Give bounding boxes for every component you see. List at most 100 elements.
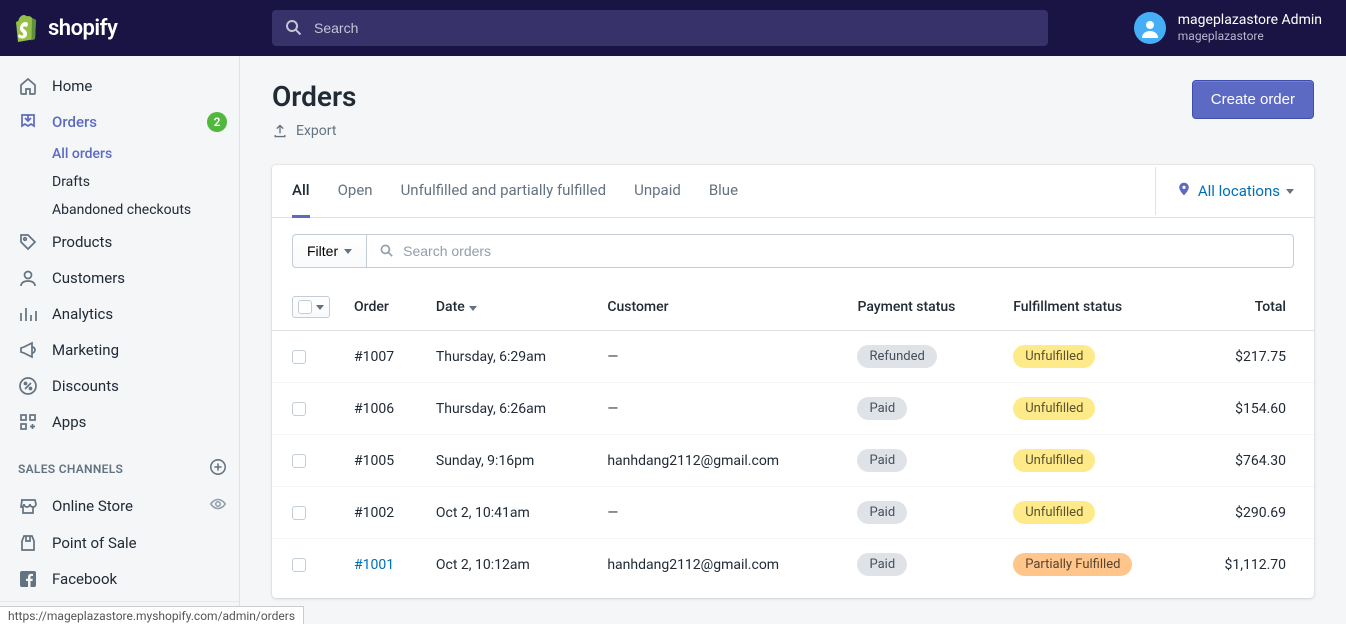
row-checkbox[interactable] [292,454,306,468]
column-fulfillment[interactable]: Fulfillment status [1001,284,1184,331]
tab-blue[interactable]: Blue [709,165,738,218]
sidebar-item-label: Online Store [52,497,133,515]
cell-order: #1001 [342,539,424,591]
search-orders-input[interactable] [403,243,1281,259]
table-row[interactable]: #1002Oct 2, 10:41am—PaidUnfulfilled$290.… [272,487,1314,539]
sidebar-item-apps[interactable]: Apps [0,404,239,440]
avatar [1134,12,1166,44]
sidebar-item-analytics[interactable]: Analytics [0,296,239,332]
user-menu[interactable]: mageplazastore Admin mageplazastore [1134,11,1346,45]
create-order-button[interactable]: Create order [1192,80,1314,119]
sidebar-item-label: Discounts [52,377,119,395]
filter-button[interactable]: Filter [292,234,367,268]
column-payment[interactable]: Payment status [845,284,1001,331]
search-orders-box[interactable] [367,234,1294,268]
column-total[interactable]: Total [1184,284,1314,331]
facebook-icon [18,569,38,589]
customers-icon [18,268,38,288]
cell-order: #1002 [342,487,424,539]
table-row[interactable]: #1007Thursday, 6:29am—RefundedUnfulfille… [272,331,1314,383]
sort-desc-icon [469,306,477,311]
row-checkbox[interactable] [292,506,306,520]
column-customer[interactable]: Customer [595,284,845,331]
tab-all[interactable]: All [292,165,310,218]
sidebar-item-marketing[interactable]: Marketing [0,332,239,368]
locations-dropdown[interactable]: All locations [1155,167,1294,215]
chevron-down-icon [344,249,352,254]
sidebar-item-discounts[interactable]: Discounts [0,368,239,404]
search-box[interactable] [272,10,1048,46]
cell-customer: — [595,487,845,539]
cell-fulfillment: Unfulfilled [1001,435,1184,487]
cell-order: #1006 [342,383,424,435]
cell-date: Thursday, 6:26am [424,383,595,435]
table-row[interactable]: #1001Oct 2, 10:12amhanhdang2112@gmail.co… [272,539,1314,591]
home-icon [18,76,38,96]
search-input[interactable] [314,20,1036,36]
sidebar-sub-all-orders[interactable]: All orders [52,140,239,168]
cell-payment: Paid [845,435,1001,487]
row-checkbox[interactable] [292,402,306,416]
top-bar: shopify mageplazastore Admin mageplazast… [0,0,1346,56]
page-title: Orders [272,80,356,113]
cell-date: Thursday, 6:29am [424,331,595,383]
cell-fulfillment: Unfulfilled [1001,383,1184,435]
channel-point-of-sale[interactable]: Point of Sale [0,525,239,561]
shopify-bag-icon [16,15,40,42]
sidebar-item-home[interactable]: Home [0,68,239,104]
sidebar-sub-drafts[interactable]: Drafts [52,168,239,196]
export-button[interactable]: Export [272,123,336,139]
global-search [240,10,1080,46]
cell-payment: Refunded [845,331,1001,383]
view-store-icon[interactable] [209,495,227,517]
sidebar-sub-abandoned[interactable]: Abandoned checkouts [52,196,239,224]
sidebar-item-label: Products [52,233,112,251]
cell-fulfillment: Partially Fulfilled [1001,539,1184,591]
cell-date: Oct 2, 10:41am [424,487,595,539]
cell-order: #1005 [342,435,424,487]
add-channel-icon[interactable] [209,458,227,479]
brand-logo[interactable]: shopify [0,15,240,42]
sales-channels-heading: SALES CHANNELS [0,440,239,487]
chevron-down-icon [1286,189,1294,194]
search-icon [379,243,395,259]
analytics-icon [18,304,38,324]
tab-unpaid[interactable]: Unpaid [634,165,681,218]
tabs: All Open Unfulfilled and partially fulfill… [292,165,738,217]
online-store-icon [18,496,38,516]
cell-customer: — [595,383,845,435]
tab-open[interactable]: Open [338,165,373,218]
status-bar-url: https://mageplazastore.myshopify.com/adm… [0,606,304,624]
sidebar-item-label: Point of Sale [52,534,137,552]
export-icon [272,123,288,139]
cell-total: $154.60 [1184,383,1314,435]
tab-unfulfilled-and-partially-fulfilled[interactable]: Unfulfilled and partially fulfilled [401,165,607,218]
channel-facebook[interactable]: Facebook [0,561,239,597]
cell-payment: Paid [845,487,1001,539]
table-row[interactable]: #1005Sunday, 9:16pmhanhdang2112@gmail.co… [272,435,1314,487]
cell-total: $1,112.70 [1184,539,1314,591]
sidebar-item-products[interactable]: Products [0,224,239,260]
column-date[interactable]: Date [424,284,595,331]
brand-text: shopify [48,16,117,41]
sidebar-item-orders[interactable]: Orders 2 [0,104,239,140]
sidebar-item-label: Home [52,77,92,95]
cell-order: #1007 [342,331,424,383]
cell-total: $290.69 [1184,487,1314,539]
row-checkbox[interactable] [292,558,306,572]
orders-icon [18,112,38,132]
location-pin-icon [1176,181,1192,201]
sidebar-item-customers[interactable]: Customers [0,260,239,296]
cell-customer: hanhdang2112@gmail.com [595,539,845,591]
column-order[interactable]: Order [342,284,424,331]
main-content: Orders Export Create order All Open Unfulf… [240,56,1346,624]
sidebar-item-label: Facebook [52,570,117,588]
pos-icon [18,533,38,553]
table-row[interactable]: #1006Thursday, 6:26am—PaidUnfulfilled$15… [272,383,1314,435]
select-all-checkbox[interactable] [292,296,330,318]
user-store: mageplazastore [1178,29,1322,45]
orders-card: All Open Unfulfilled and partially fulfill… [272,165,1314,598]
channel-online-store[interactable]: Online Store [0,487,239,525]
row-checkbox[interactable] [292,350,306,364]
cell-fulfillment: Unfulfilled [1001,487,1184,539]
